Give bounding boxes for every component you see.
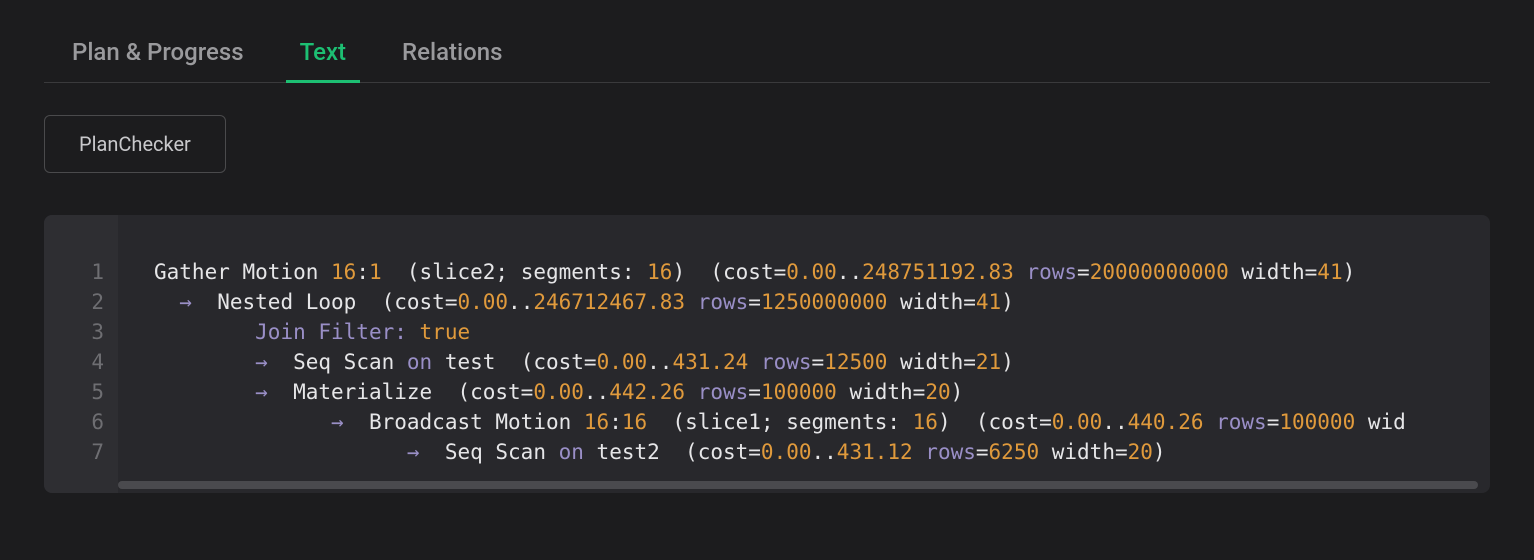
toolbar: PlanChecker	[44, 115, 1490, 173]
line-number: 2	[58, 287, 104, 317]
code-line: → Nested Loop (cost=0.00..246712467.83 r…	[154, 287, 1490, 317]
plan-checker-button[interactable]: PlanChecker	[44, 115, 226, 173]
code-line: → Materialize (cost=0.00..442.26 rows=10…	[154, 377, 1490, 407]
line-number-gutter: 1234567	[44, 215, 118, 493]
tab-bar: Plan & Progress Text Relations	[44, 0, 1490, 83]
line-number: 4	[58, 347, 104, 377]
tab-relations[interactable]: Relations	[374, 28, 530, 82]
tab-plan-progress[interactable]: Plan & Progress	[44, 28, 272, 82]
code-line: Join Filter: true	[154, 317, 1490, 347]
line-number: 3	[58, 317, 104, 347]
code-line: Gather Motion 16:1 (slice2; segments: 16…	[154, 257, 1490, 287]
line-number: 7	[58, 437, 104, 467]
horizontal-scrollbar[interactable]	[118, 481, 1478, 489]
line-number: 6	[58, 407, 104, 437]
code-line: → Seq Scan on test (cost=0.00..431.24 ro…	[154, 347, 1490, 377]
code-line: → Seq Scan on test2 (cost=0.00..431.12 r…	[154, 437, 1490, 467]
code-content[interactable]: Gather Motion 16:1 (slice2; segments: 16…	[118, 215, 1490, 493]
code-editor: 1234567 Gather Motion 16:1 (slice2; segm…	[44, 215, 1490, 493]
line-number: 5	[58, 377, 104, 407]
code-line: → Broadcast Motion 16:16 (slice1; segmen…	[154, 407, 1490, 437]
line-number: 1	[58, 257, 104, 287]
tab-text[interactable]: Text	[272, 28, 374, 82]
